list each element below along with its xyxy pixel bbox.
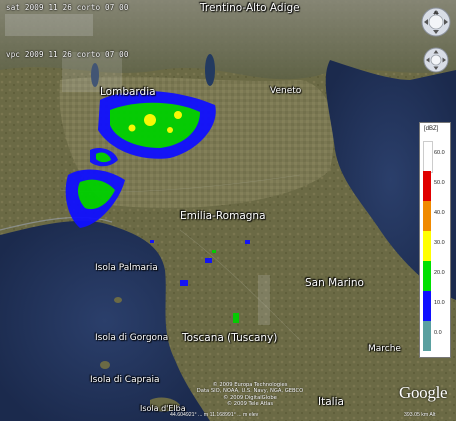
legend-tick-label: 0.0 — [434, 330, 442, 336]
label-isola-gorgona[interactable]: Isola di Gorgona — [95, 333, 168, 343]
overlay-timestamp-vpc: vpc 2009 11 26 corto 07 00 — [6, 50, 129, 59]
label-trentino[interactable]: Trentino-Alto Adige — [200, 2, 300, 14]
legend-tick-label: 20.0 — [434, 270, 445, 276]
look-joystick-icon[interactable]: N — [420, 6, 452, 38]
status-coordinates: 44.604921° ... m 11.168991° ... m elev — [170, 412, 259, 418]
google-logo: Google — [399, 383, 448, 402]
label-marche[interactable]: Marche — [368, 344, 401, 354]
status-eye-altitude: 393.05 km Alt — [404, 412, 436, 418]
label-san-marino[interactable]: San Marino — [305, 277, 364, 289]
move-joystick-icon[interactable] — [422, 46, 450, 74]
legend-tick-label: 50.0 — [434, 180, 445, 186]
legend-swatch — [423, 171, 431, 201]
legend-swatch — [423, 261, 431, 291]
overlay-timestamp-sat: sat 2009 11 26 corto 07 00 — [6, 3, 129, 12]
label-isola-capraia[interactable]: Isola di Capraia — [90, 375, 160, 385]
legend-swatch — [423, 321, 431, 351]
label-veneto[interactable]: Veneto — [270, 86, 301, 96]
legend-tick-label: 10.0 — [434, 300, 445, 306]
label-toscana[interactable]: Toscana (Tuscany) — [182, 332, 277, 344]
legend-unit: [dBZ] — [424, 126, 439, 132]
svg-text:N: N — [434, 11, 438, 17]
legend-swatch — [423, 141, 433, 173]
legend-swatch — [423, 201, 431, 231]
legend-tick-label: 60.0 — [434, 150, 445, 156]
legend-tick-label: 40.0 — [434, 210, 445, 216]
credit-line: © 2009 Tele Atlas — [226, 400, 274, 407]
imagery-credits: © 2009 Europa Technologies Data SIO, NOA… — [170, 382, 330, 407]
label-lombardia[interactable]: Lombardia — [100, 86, 156, 98]
legend-swatch — [423, 231, 431, 261]
legend-tick-label: 30.0 — [434, 240, 445, 246]
map-view[interactable]: sat 2009 11 26 corto 07 00 vpc 2009 11 2… — [0, 0, 456, 421]
label-emilia-romagna[interactable]: Emilia-Romagna — [180, 210, 266, 222]
label-isola-palmaria[interactable]: Isola Palmaria — [95, 263, 158, 273]
radar-legend: [dBZ] 60.0 50.0 40.0 30.0 20.0 10.0 0.0 — [419, 122, 451, 358]
legend-swatch — [423, 291, 431, 321]
